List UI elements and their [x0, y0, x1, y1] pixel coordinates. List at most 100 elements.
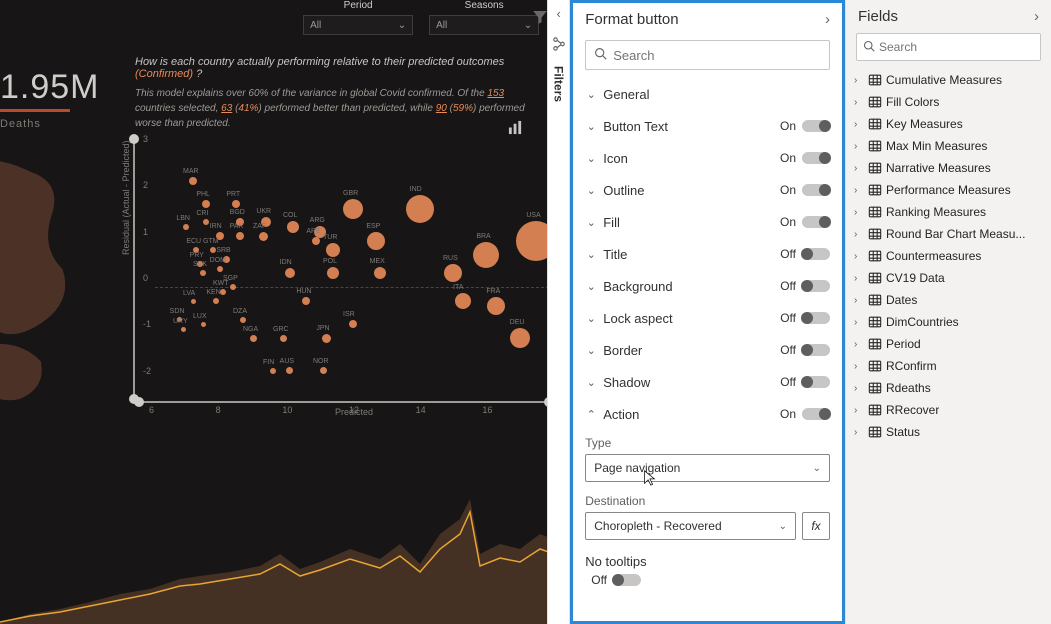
- datapoint-prt[interactable]: [232, 200, 240, 208]
- fields-search[interactable]: [856, 33, 1041, 61]
- x-slider[interactable]: [139, 401, 547, 403]
- format-section-fill[interactable]: ⌄FillOn: [585, 206, 830, 238]
- seasons-dropdown[interactable]: All ⌄: [429, 15, 539, 35]
- fx-button[interactable]: fx: [802, 512, 830, 540]
- format-section-title[interactable]: ⌄TitleOff: [585, 238, 830, 270]
- format-search-input[interactable]: [613, 48, 821, 63]
- format-section-background[interactable]: ⌄BackgroundOff: [585, 270, 830, 302]
- type-dropdown[interactable]: Page navigation⌄: [585, 454, 830, 482]
- datapoint-tur[interactable]: [326, 243, 340, 257]
- datapoint-hun[interactable]: [302, 297, 310, 305]
- datapoint-sgp[interactable]: [230, 284, 236, 290]
- toggle-switch[interactable]: [802, 216, 830, 228]
- format-section-button-text[interactable]: ⌄Button TextOn: [585, 110, 830, 142]
- datapoint-kwt[interactable]: [220, 289, 226, 295]
- datapoint-rus[interactable]: [444, 264, 462, 282]
- datapoint-usa[interactable]: [516, 221, 547, 261]
- filters-strip[interactable]: ‹ Filters: [547, 0, 570, 624]
- datapoint-phl[interactable]: [202, 200, 210, 208]
- datapoint-dom[interactable]: [217, 266, 223, 272]
- field-table-dates[interactable]: ›Dates: [854, 289, 1043, 311]
- datapoint-bra[interactable]: [473, 242, 499, 268]
- toggle-switch[interactable]: [802, 248, 830, 260]
- format-section-outline[interactable]: ⌄OutlineOn: [585, 174, 830, 206]
- format-section-icon[interactable]: ⌄IconOn: [585, 142, 830, 174]
- datapoint-esp[interactable]: [367, 232, 385, 250]
- datapoint-fin[interactable]: [270, 368, 276, 374]
- toggle-switch[interactable]: [802, 120, 830, 132]
- datapoint-pak[interactable]: [236, 232, 244, 240]
- format-section-shadow[interactable]: ⌄ShadowOff: [585, 366, 830, 398]
- field-table-status[interactable]: ›Status: [854, 421, 1043, 443]
- format-section-lock-aspect[interactable]: ⌄Lock aspectOff: [585, 302, 830, 334]
- field-table-rconfirm[interactable]: ›RConfirm: [854, 355, 1043, 377]
- datapoint-svk[interactable]: [200, 270, 206, 276]
- format-section-general[interactable]: ⌄General: [585, 78, 830, 110]
- toggle-switch[interactable]: [802, 376, 830, 388]
- fields-search-input[interactable]: [879, 40, 1034, 54]
- datapoint-lbn[interactable]: [183, 224, 189, 230]
- toggle-switch[interactable]: [802, 408, 830, 420]
- datapoint-lux[interactable]: [201, 322, 206, 327]
- datapoint-cri[interactable]: [203, 219, 209, 225]
- datapoint-idn[interactable]: [285, 268, 295, 278]
- datapoint-mar[interactable]: [189, 177, 197, 185]
- toggle-switch[interactable]: [802, 280, 830, 292]
- field-table-fill-colors[interactable]: ›Fill Colors: [854, 91, 1043, 113]
- field-table-round-bar-chart-measu-[interactable]: ›Round Bar Chart Measu...: [854, 223, 1043, 245]
- destination-dropdown[interactable]: Choropleth - Recovered⌄: [585, 512, 796, 540]
- period-dropdown[interactable]: All ⌄: [303, 15, 413, 35]
- toggle-switch[interactable]: [802, 312, 830, 324]
- field-table-key-measures[interactable]: ›Key Measures: [854, 113, 1043, 135]
- datapoint-pol[interactable]: [327, 267, 339, 279]
- datapoint-zaf[interactable]: [259, 232, 268, 241]
- chevron-left-icon[interactable]: ‹: [557, 6, 561, 21]
- datapoint-ken[interactable]: [213, 298, 219, 304]
- field-table-performance-measures[interactable]: ›Performance Measures: [854, 179, 1043, 201]
- field-table-narrative-measures[interactable]: ›Narrative Measures: [854, 157, 1043, 179]
- datapoint-lva[interactable]: [191, 299, 196, 304]
- field-table-ranking-measures[interactable]: ›Ranking Measures: [854, 201, 1043, 223]
- funnel-icon[interactable]: [531, 8, 547, 26]
- y-slider[interactable]: [133, 139, 135, 399]
- toggle-switch[interactable]: [802, 344, 830, 356]
- field-table-cv19-data[interactable]: ›CV19 Data: [854, 267, 1043, 289]
- datapoint-fra[interactable]: [487, 297, 505, 315]
- share-icon[interactable]: [552, 37, 566, 54]
- datapoint-col[interactable]: [287, 221, 299, 233]
- format-section-border[interactable]: ⌄BorderOff: [585, 334, 830, 366]
- datapoint-mex[interactable]: [374, 267, 386, 279]
- datapoint-nor[interactable]: [320, 367, 327, 374]
- field-table-rrecover[interactable]: ›RRecover: [854, 399, 1043, 421]
- datapoint-gtm[interactable]: [210, 247, 216, 253]
- datapoint-ita[interactable]: [455, 293, 471, 309]
- datapoint-nga[interactable]: [250, 335, 257, 342]
- format-search[interactable]: [585, 40, 830, 70]
- field-table-dimcountries[interactable]: ›DimCountries: [854, 311, 1043, 333]
- field-table-rdeaths[interactable]: ›Rdeaths: [854, 377, 1043, 399]
- datapoint-jpn[interactable]: [322, 334, 331, 343]
- datapoint-dza[interactable]: [240, 317, 246, 323]
- toggle-switch[interactable]: [613, 574, 641, 586]
- field-label: DimCountries: [886, 315, 959, 329]
- datapoint-grc[interactable]: [280, 335, 287, 342]
- field-table-max-min-measures[interactable]: ›Max Min Measures: [854, 135, 1043, 157]
- datapoint-aus[interactable]: [286, 367, 293, 374]
- field-table-countermeasures[interactable]: ›Countermeasures: [854, 245, 1043, 267]
- datapoint-label: DOM: [210, 257, 226, 264]
- toggle-switch[interactable]: [802, 184, 830, 196]
- datapoint-ury[interactable]: [181, 327, 186, 332]
- field-table-period[interactable]: ›Period: [854, 333, 1043, 355]
- toggle-switch[interactable]: [802, 152, 830, 164]
- chevron-down-icon: ⌄: [585, 280, 597, 293]
- chevron-right-icon[interactable]: ›: [825, 11, 830, 28]
- datapoint-deu[interactable]: [510, 328, 530, 348]
- datapoint-isr[interactable]: [349, 320, 357, 328]
- datapoint-are[interactable]: [312, 237, 320, 245]
- field-table-cumulative-measures[interactable]: ›Cumulative Measures: [854, 69, 1043, 91]
- scatter-visual[interactable]: Residual (Actual - Predicted) Predicted …: [125, 135, 547, 415]
- format-section-action[interactable]: ⌃ActionOn: [585, 398, 830, 430]
- chevron-right-icon[interactable]: ›: [1034, 8, 1039, 25]
- datapoint-gbr[interactable]: [343, 199, 363, 219]
- datapoint-ind[interactable]: [406, 195, 434, 223]
